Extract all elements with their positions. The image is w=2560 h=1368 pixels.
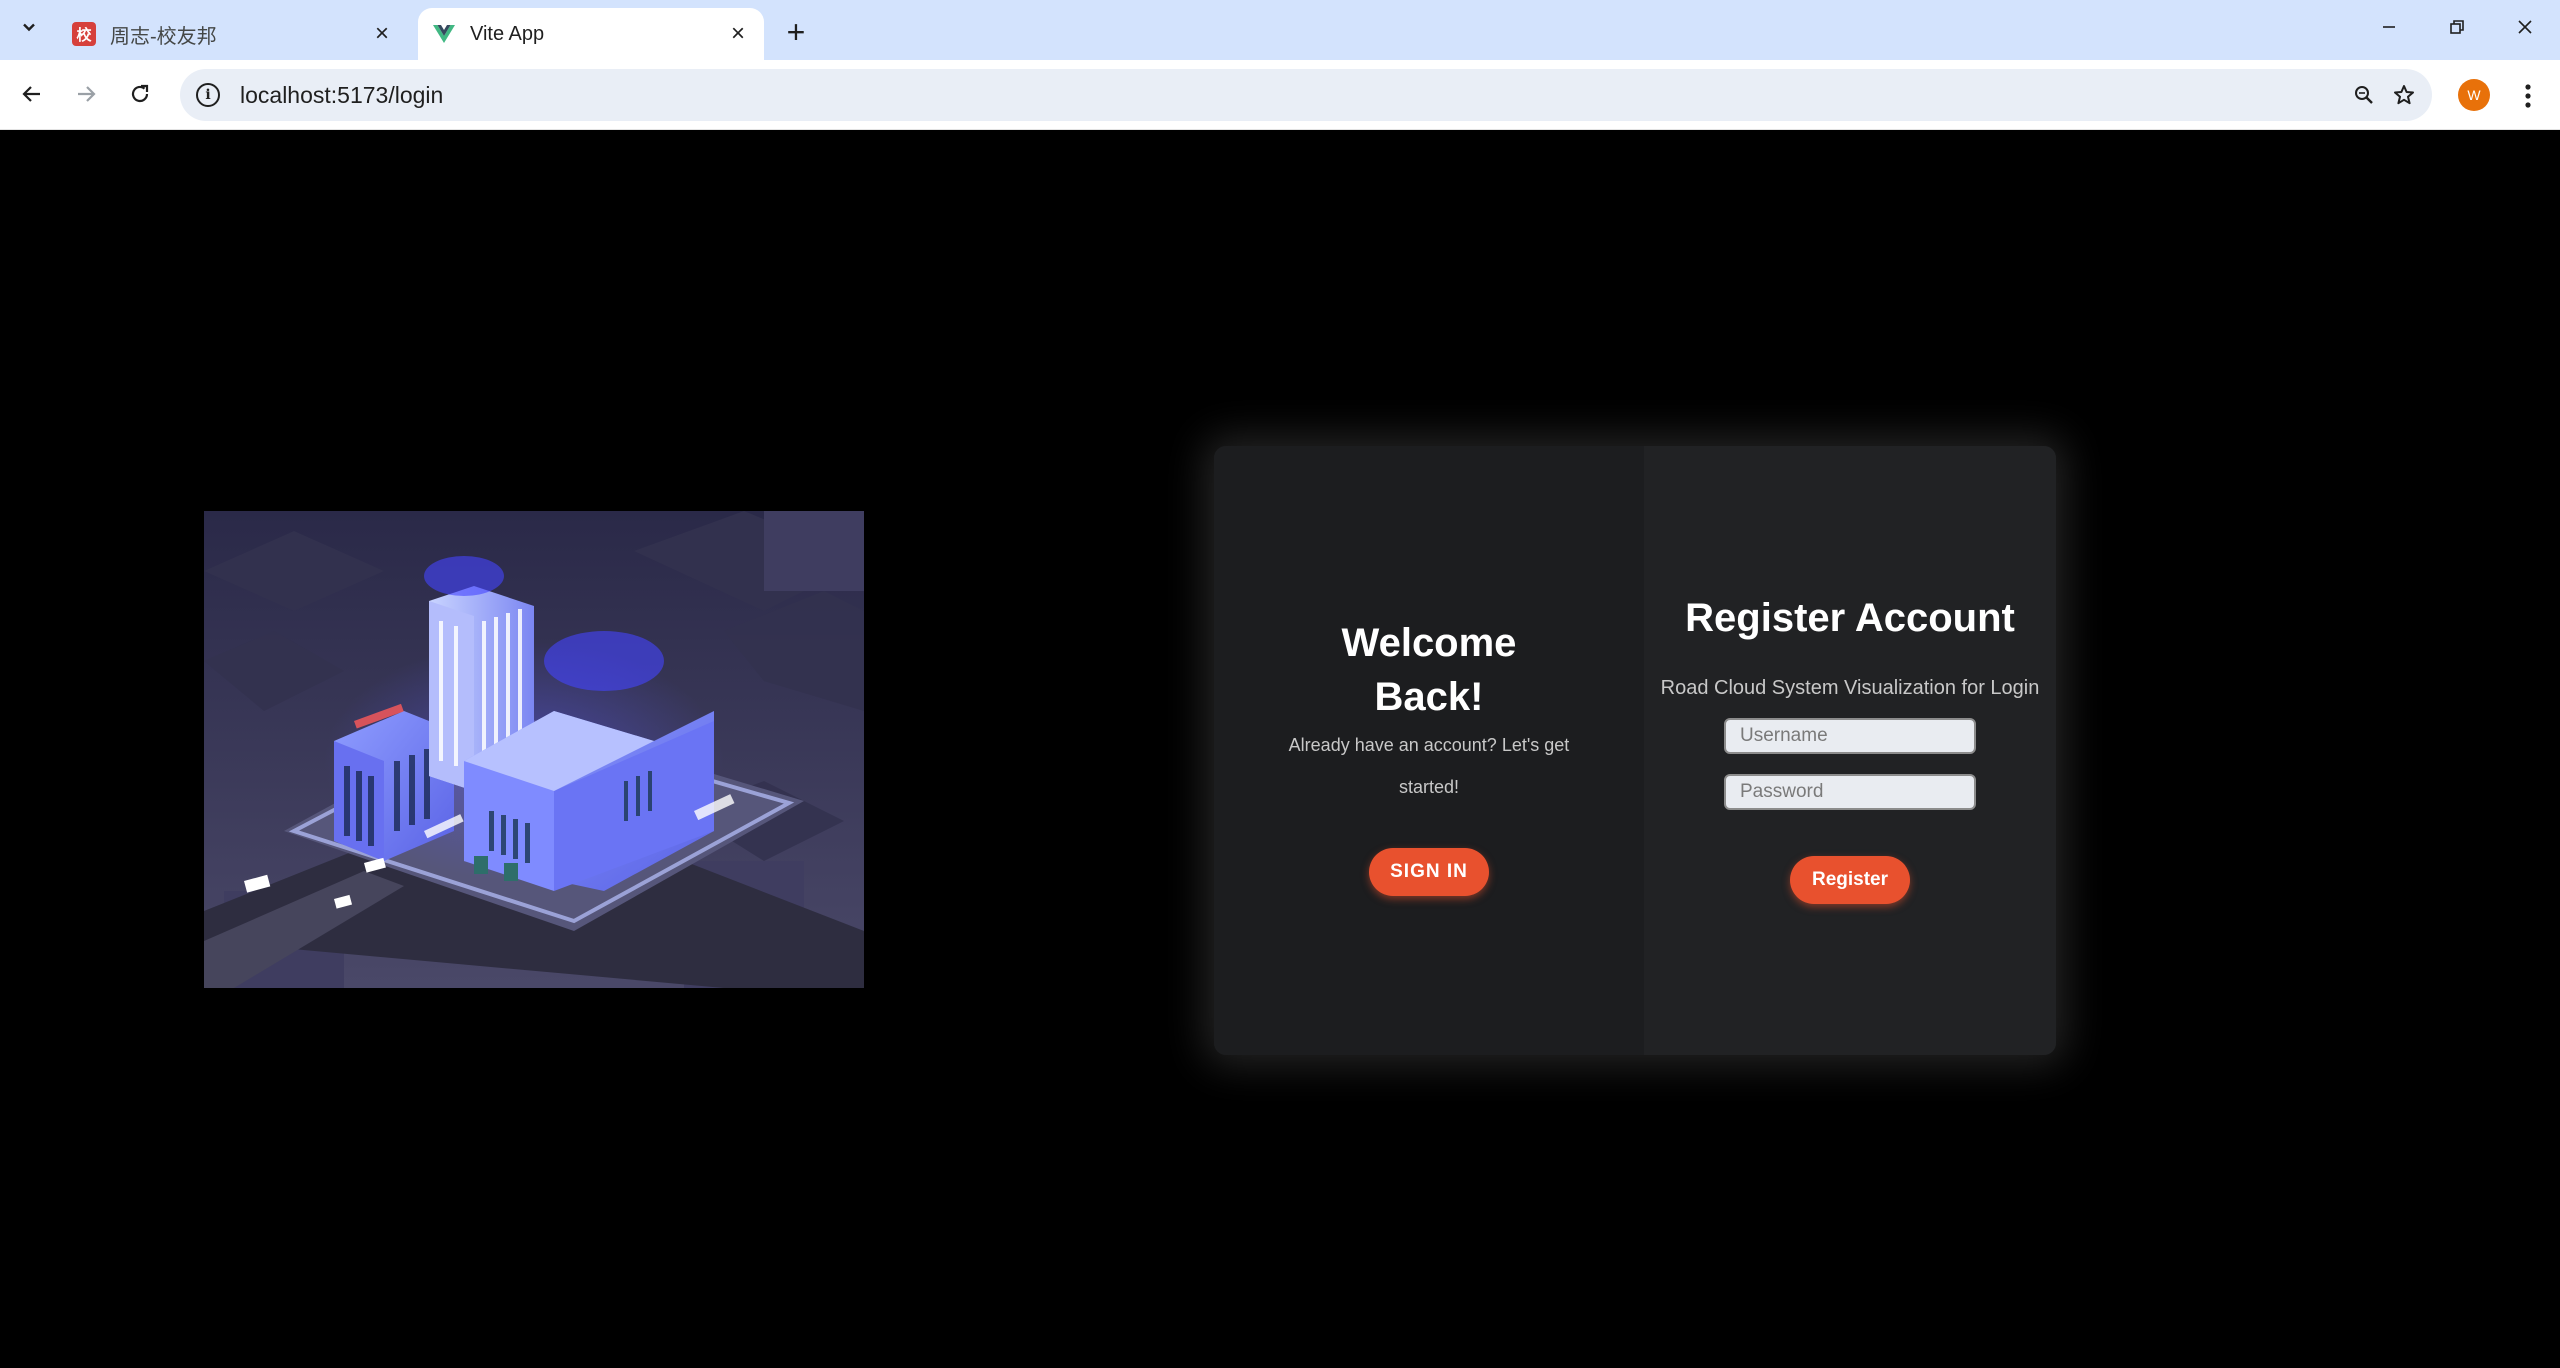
sign-in-button[interactable]: SIGN IN	[1369, 847, 1489, 896]
url-text[interactable]: localhost:5173/login	[240, 82, 2344, 109]
kebab-menu-icon[interactable]	[2508, 76, 2548, 116]
register-panel: Register Account Road Cloud System Visua…	[1644, 446, 2056, 1055]
tab-search-button[interactable]	[10, 12, 48, 48]
back-arrow-icon	[21, 81, 43, 112]
new-tab-button[interactable]: +	[778, 14, 814, 50]
zoom-icon[interactable]	[2344, 75, 2384, 115]
reload-button[interactable]	[120, 76, 160, 116]
chevron-down-icon	[20, 18, 38, 42]
forward-button[interactable]	[66, 76, 106, 116]
browser-toolbar: i localhost:5173/login W	[0, 60, 2560, 130]
tab-favicon: 校	[72, 22, 96, 46]
info-icon[interactable]: i	[196, 83, 220, 107]
close-icon[interactable]: ×	[724, 20, 752, 48]
welcome-panel: Welcome Back! Already have an account? L…	[1214, 446, 1644, 1055]
close-icon[interactable]: ×	[368, 20, 396, 48]
close-icon	[2516, 16, 2534, 42]
plus-icon: +	[786, 13, 806, 50]
tab-strip: 校 周志-校友邦 × Vite App × +	[0, 0, 2560, 60]
profile-avatar[interactable]: W	[2458, 79, 2490, 111]
restore-button[interactable]	[2432, 6, 2482, 52]
city-illustration	[204, 511, 864, 988]
login-page: Welcome Back! Already have an account? L…	[0, 131, 2560, 1368]
tab-vite-app[interactable]: Vite App ×	[418, 8, 764, 60]
back-button[interactable]	[12, 76, 52, 116]
restore-icon	[2448, 16, 2466, 42]
minimize-icon	[2380, 16, 2398, 42]
star-icon[interactable]	[2384, 75, 2424, 115]
password-field[interactable]	[1724, 774, 1976, 810]
reload-icon	[129, 81, 151, 112]
welcome-text: Already have an account? Let's get start…	[1288, 734, 1570, 797]
welcome-title: Welcome Back!	[1341, 620, 1517, 719]
tab-xiaoyoubang[interactable]: 校 周志-校友邦 ×	[58, 8, 408, 60]
username-field[interactable]	[1724, 718, 1976, 754]
forward-arrow-icon	[75, 81, 97, 112]
address-bar[interactable]: i localhost:5173/login	[180, 69, 2432, 121]
vue-logo-icon	[432, 22, 456, 46]
register-title: Register Account	[1685, 596, 2015, 640]
minimize-button[interactable]	[2364, 6, 2414, 52]
window-close-button[interactable]	[2500, 6, 2550, 52]
tab-title: 周志-校友邦	[110, 25, 217, 48]
register-button[interactable]: Register	[1790, 856, 1910, 904]
auth-card: Welcome Back! Already have an account? L…	[1214, 446, 2056, 1055]
tab-title: Vite App	[470, 22, 545, 45]
register-subtitle: Road Cloud System Visualization for Logi…	[1660, 677, 2040, 699]
